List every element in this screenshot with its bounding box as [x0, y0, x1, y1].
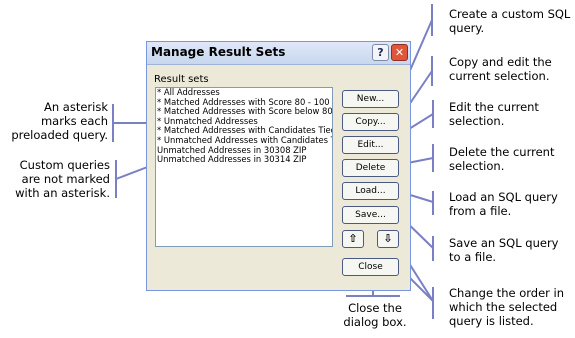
- result-sets-list[interactable]: * All Addresses * Matched Addresses with…: [155, 87, 333, 247]
- close-icon[interactable]: ✕: [391, 44, 408, 61]
- callout-delete: Delete the current selection.: [449, 145, 555, 173]
- callout-save: Save an SQL query to a file.: [449, 236, 559, 264]
- move-up-button[interactable]: ⇧: [342, 230, 364, 248]
- copy-button[interactable]: Copy...: [342, 113, 399, 131]
- dialog-title: Manage Result Sets: [151, 45, 286, 59]
- callout-custom: Custom queries are not marked with an as…: [15, 158, 110, 200]
- help-button[interactable]: ?: [372, 44, 389, 61]
- title-bar: Manage Result Sets ? ✕: [147, 42, 410, 65]
- manage-result-sets-dialog: Manage Result Sets ? ✕ Result sets * All…: [146, 41, 411, 291]
- callout-asterisk: An asterisk marks each preloaded query.: [11, 100, 108, 142]
- result-sets-label: Result sets: [154, 74, 209, 85]
- callout-close: Close the dialog box.: [343, 301, 407, 329]
- save-button[interactable]: Save...: [342, 206, 399, 224]
- callout-load: Load an SQL query from a file.: [449, 190, 558, 218]
- delete-button[interactable]: Delete: [342, 159, 399, 177]
- move-down-button[interactable]: ⇩: [377, 230, 399, 248]
- new-button[interactable]: New...: [342, 90, 399, 108]
- callout-edit: Edit the current selection.: [449, 100, 539, 128]
- callout-order: Change the order in which the selected q…: [449, 286, 565, 328]
- list-item[interactable]: Unmatched Addresses in 30314 ZIP: [156, 155, 332, 165]
- callout-new: Create a custom SQL query.: [449, 7, 571, 35]
- close-button[interactable]: Close: [342, 258, 399, 276]
- load-button[interactable]: Load...: [342, 182, 399, 200]
- edit-button[interactable]: Edit...: [342, 136, 399, 154]
- callout-copy: Copy and edit the current selection.: [449, 55, 552, 83]
